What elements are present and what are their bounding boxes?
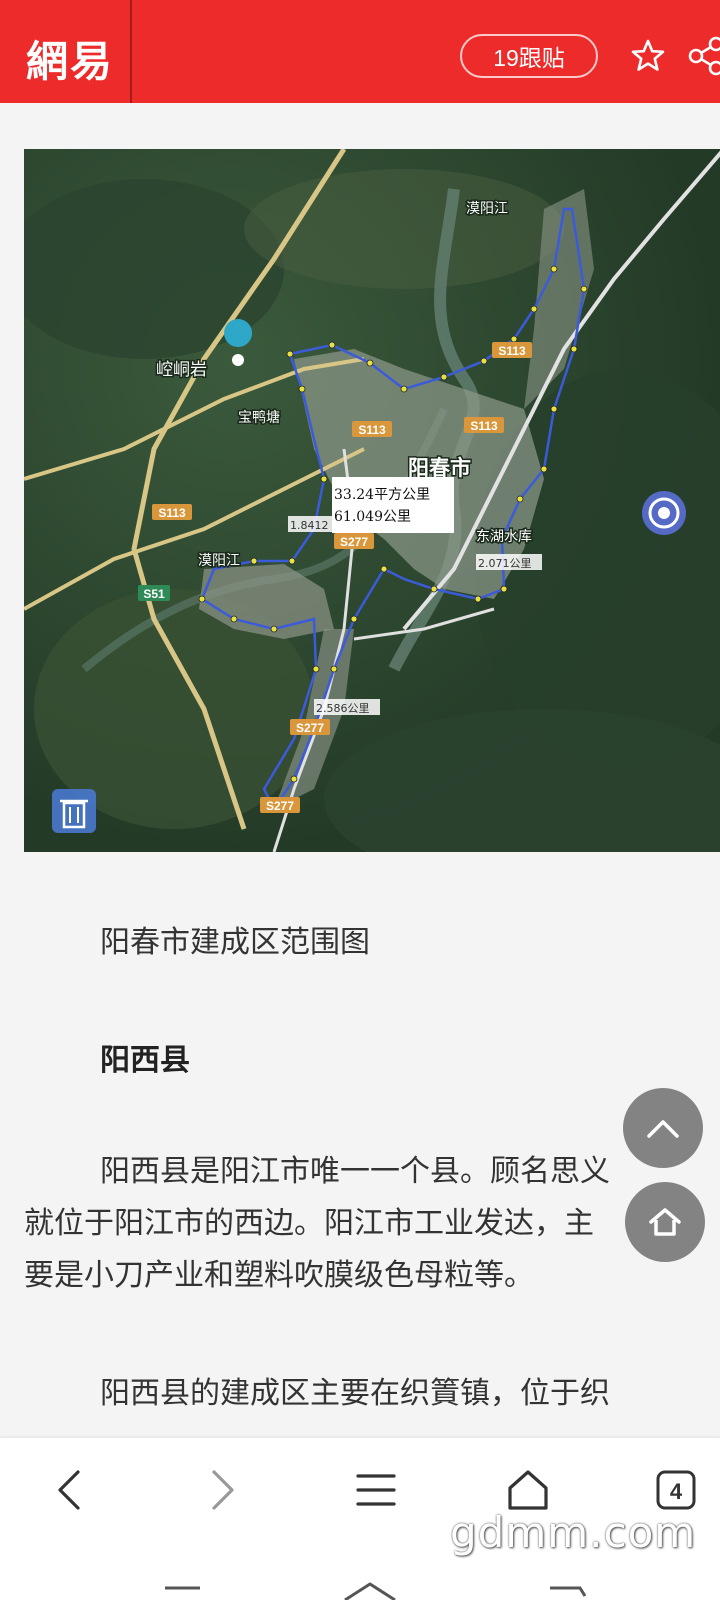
scroll-top-button[interactable] [623, 1088, 703, 1168]
label-city: 阳春市 [408, 456, 471, 480]
label-river-left: 漠阳江 [198, 553, 240, 569]
satellite-map-image[interactable]: S113 S113 S113 S113 S277 S51 S277 S277 漠… [24, 149, 720, 852]
paragraph-2: 阳西县的建成区主要在织篢镇，位于织 [24, 1368, 720, 1420]
chevron-up-icon [647, 1120, 679, 1138]
paragraph-1-line-2: 就位于阳江市的西边。阳江市工业发达，主 [24, 1206, 594, 1241]
road-shield-s277-a: S277 [340, 535, 368, 549]
area-measurement: 33.24平方公里 [334, 487, 430, 503]
chevron-right-icon [212, 1470, 234, 1510]
road-shield-s113-a: S113 [498, 344, 526, 358]
paragraph-1-line-3: 要是小刀产业和塑料吹膜级色母粒等。 [24, 1258, 534, 1293]
home-float-button[interactable] [625, 1182, 705, 1262]
road-shield-s51: S51 [143, 587, 165, 601]
site-watermark: gdmm.com [450, 1508, 697, 1557]
back-button[interactable] [40, 1460, 100, 1520]
top-bar: 網易 19跟贴 [0, 0, 720, 103]
home-outline-icon [508, 1470, 548, 1510]
comments-button[interactable]: 19跟贴 [460, 34, 598, 78]
home-icon [649, 1208, 681, 1236]
image-caption: 阳春市建成区范围图 [100, 925, 370, 960]
label-village: 宝鸭塘 [238, 410, 280, 426]
chevron-left-icon [58, 1470, 80, 1510]
system-back-icon[interactable] [550, 1586, 587, 1597]
distance-label-right: 2.071公里 [478, 557, 532, 570]
road-shield-s113-b: S113 [358, 423, 386, 437]
forward-button[interactable] [192, 1460, 252, 1520]
road-shield-s113-d: S113 [158, 506, 186, 520]
menu-icon [356, 1474, 396, 1506]
section-heading: 阳西县 [100, 1043, 190, 1078]
road-shield-s277-b: S277 [296, 721, 324, 735]
menu-button[interactable] [346, 1460, 406, 1520]
distance-label-bottom: 2.586公里 [316, 702, 370, 715]
locate-icon[interactable] [642, 491, 686, 535]
paragraph-2-line-1: 阳西县的建成区主要在织篢镇，位于织 [100, 1376, 610, 1411]
netease-logo[interactable]: 網易 [26, 28, 114, 89]
system-navigation-bar [165, 1582, 587, 1600]
tabs-icon: 4 [656, 1470, 696, 1510]
paragraph-1: 阳西县是阳江市唯一一个县。顾名思义 就位于阳江市的西边。阳江市工业发达，主 要是… [24, 1146, 720, 1302]
divider [130, 0, 132, 103]
road-shield-s113-c: S113 [470, 419, 498, 433]
distance-label-left: 1.8412 [290, 519, 329, 532]
label-reservoir: 东湖水库 [476, 529, 532, 545]
tab-count: 4 [670, 1479, 683, 1504]
label-river-top: 漠阳江 [466, 201, 508, 217]
paragraph-1-line-1: 阳西县是阳江市唯一一个县。顾名思义 [100, 1154, 610, 1189]
system-home-icon[interactable] [344, 1582, 396, 1600]
star-icon[interactable] [630, 38, 666, 74]
trash-icon[interactable] [52, 789, 96, 833]
share-icon[interactable] [686, 36, 720, 76]
perimeter-measurement: 61.049公里 [334, 509, 411, 525]
label-landmark: 崆峒岩 [156, 360, 207, 380]
road-shield-s277-c: S277 [266, 799, 294, 813]
